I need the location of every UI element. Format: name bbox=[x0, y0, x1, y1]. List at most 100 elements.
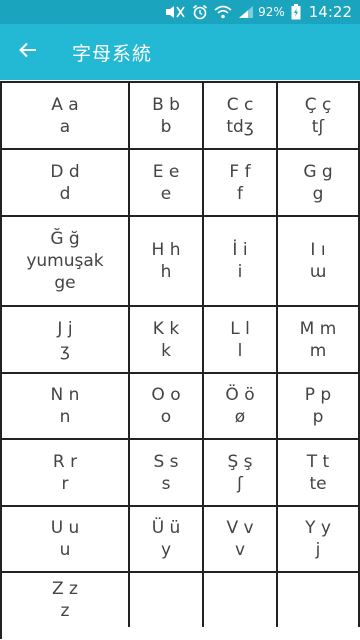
pronunciation-label: f bbox=[237, 183, 243, 204]
page-title: 字母系統 bbox=[72, 42, 153, 65]
pronunciation-label: e bbox=[160, 183, 172, 204]
letter-label: H h bbox=[151, 240, 181, 260]
pronunciation-label: ʒ bbox=[60, 340, 70, 361]
letter-label: R r bbox=[52, 451, 78, 472]
grid-row: U uu Ü üy V vv Y yj bbox=[2, 507, 360, 573]
empty-cell bbox=[278, 573, 360, 627]
letter-cell[interactable]: Z zz bbox=[2, 573, 130, 627]
pronunciation-label: n bbox=[59, 407, 71, 427]
alarm-icon bbox=[192, 0, 208, 24]
letter-label: Y y bbox=[305, 518, 331, 538]
letter-cell[interactable]: R rr bbox=[2, 440, 130, 505]
letter-label: B b bbox=[152, 94, 180, 115]
pronunciation-label: r bbox=[61, 473, 69, 494]
pronunciation-label: p bbox=[312, 407, 324, 427]
status-bar: 92% 14:22 bbox=[0, 0, 360, 24]
grid-row: R rr S ss Ş şʃ T t te bbox=[2, 440, 360, 507]
pronunciation-label: z bbox=[60, 601, 70, 621]
letter-label: K k bbox=[152, 318, 180, 339]
letter-label: Ö ö bbox=[225, 385, 255, 405]
letter-cell[interactable]: I ı ɯ bbox=[278, 217, 360, 305]
letter-label: C c bbox=[226, 94, 254, 115]
letter-cell[interactable]: F ff bbox=[204, 150, 278, 215]
letter-cell[interactable]: C c tdʒ bbox=[204, 83, 278, 148]
battery-charging-icon bbox=[291, 0, 301, 24]
pronunciation-label: j bbox=[315, 540, 321, 560]
pronunciation-label: ɯ bbox=[309, 262, 327, 282]
letter-cell[interactable]: A aa bbox=[2, 83, 130, 148]
empty-cell bbox=[130, 573, 204, 627]
grid-row: A aa B bb C c tdʒ Ç ç tʃ bbox=[2, 83, 360, 150]
grid-row: D dd E ee F ff G gg bbox=[2, 150, 360, 217]
letter-cell[interactable]: S ss bbox=[130, 440, 204, 505]
letter-label: U u bbox=[50, 518, 80, 538]
letter-label: Z z bbox=[52, 579, 78, 599]
letter-label: İ i bbox=[232, 240, 248, 260]
letter-cell[interactable]: Ü üy bbox=[130, 507, 204, 571]
letter-label: M m bbox=[299, 318, 337, 339]
pronunciation-label: g bbox=[312, 183, 324, 204]
letter-cell[interactable]: K kk bbox=[130, 307, 204, 372]
letter-label: Ç ç bbox=[304, 94, 332, 115]
letter-label: V v bbox=[226, 518, 254, 538]
letter-cell[interactable]: J jʒ bbox=[2, 307, 130, 372]
letter-label: E e bbox=[152, 161, 180, 182]
letter-label: F f bbox=[229, 161, 251, 182]
letter-cell[interactable]: P pp bbox=[278, 374, 360, 438]
letter-cell[interactable]: Ç ç tʃ bbox=[278, 83, 360, 148]
mute-icon bbox=[164, 0, 186, 24]
letter-label: O o bbox=[151, 385, 181, 405]
letter-label: J j bbox=[57, 318, 73, 339]
letter-label: G g bbox=[303, 161, 333, 182]
letter-cell[interactable]: İ i i bbox=[204, 217, 278, 305]
letter-label: T t bbox=[306, 451, 330, 472]
battery-percentage: 92% bbox=[258, 5, 285, 19]
pronunciation-label: h bbox=[160, 262, 172, 282]
alphabet-grid: A aa B bb C c tdʒ Ç ç tʃ D dd E ee F ff G … bbox=[0, 81, 360, 639]
pronunciation-label: y bbox=[160, 540, 172, 560]
signal-icon bbox=[238, 0, 254, 24]
pronunciation-label: l bbox=[237, 340, 243, 361]
letter-label: L l bbox=[230, 318, 250, 339]
letter-label: P p bbox=[304, 385, 332, 405]
letter-label: I ı bbox=[310, 240, 326, 260]
pronunciation-label: tdʒ bbox=[226, 116, 254, 137]
letter-label: N n bbox=[50, 385, 80, 405]
letter-cell[interactable]: T t te bbox=[278, 440, 360, 505]
pronunciation-label: te bbox=[309, 473, 327, 494]
arrow-left-icon bbox=[19, 42, 37, 62]
grid-row: J jʒ K kk L ll M mm bbox=[2, 307, 360, 374]
pronunciation-label: ø bbox=[234, 407, 246, 427]
letter-label: Ş ş bbox=[227, 451, 253, 472]
back-button[interactable] bbox=[0, 24, 56, 80]
pronunciation-label: v bbox=[234, 540, 246, 560]
letter-label: Ü ü bbox=[151, 518, 181, 538]
grid-row: N nn O oo Ö öø P pp bbox=[2, 374, 360, 440]
pronunciation-label: tʃ bbox=[311, 116, 325, 137]
letter-cell[interactable]: E ee bbox=[130, 150, 204, 215]
letter-cell[interactable]: B bb bbox=[130, 83, 204, 148]
grid-row: Z zz bbox=[2, 573, 360, 627]
letter-cell[interactable]: Ş şʃ bbox=[204, 440, 278, 505]
letter-cell[interactable]: H hh bbox=[130, 217, 204, 305]
pronunciation-label: a bbox=[59, 116, 71, 137]
letter-cell[interactable]: O oo bbox=[130, 374, 204, 438]
letter-label: S s bbox=[153, 451, 179, 472]
pronunciation-label: ʃ bbox=[237, 473, 243, 494]
letter-cell[interactable]: Y yj bbox=[278, 507, 360, 571]
empty-cell bbox=[204, 573, 278, 627]
status-time: 14:22 bbox=[308, 3, 352, 21]
letter-cell[interactable]: L ll bbox=[204, 307, 278, 372]
letter-cell[interactable]: Ğ ğ yumuşak ge bbox=[2, 217, 130, 305]
letter-cell[interactable]: U uu bbox=[2, 507, 130, 571]
letter-cell[interactable]: V vv bbox=[204, 507, 278, 571]
letter-cell[interactable]: D dd bbox=[2, 150, 130, 215]
letter-label: Ğ ğ bbox=[50, 229, 80, 249]
letter-cell[interactable]: Ö öø bbox=[204, 374, 278, 438]
pronunciation-label: u bbox=[59, 540, 71, 560]
letter-cell[interactable]: G gg bbox=[278, 150, 360, 215]
pronunciation-label: d bbox=[59, 183, 71, 204]
letter-cell[interactable]: M mm bbox=[278, 307, 360, 372]
letter-cell[interactable]: N nn bbox=[2, 374, 130, 438]
pronunciation-label: k bbox=[161, 340, 171, 361]
